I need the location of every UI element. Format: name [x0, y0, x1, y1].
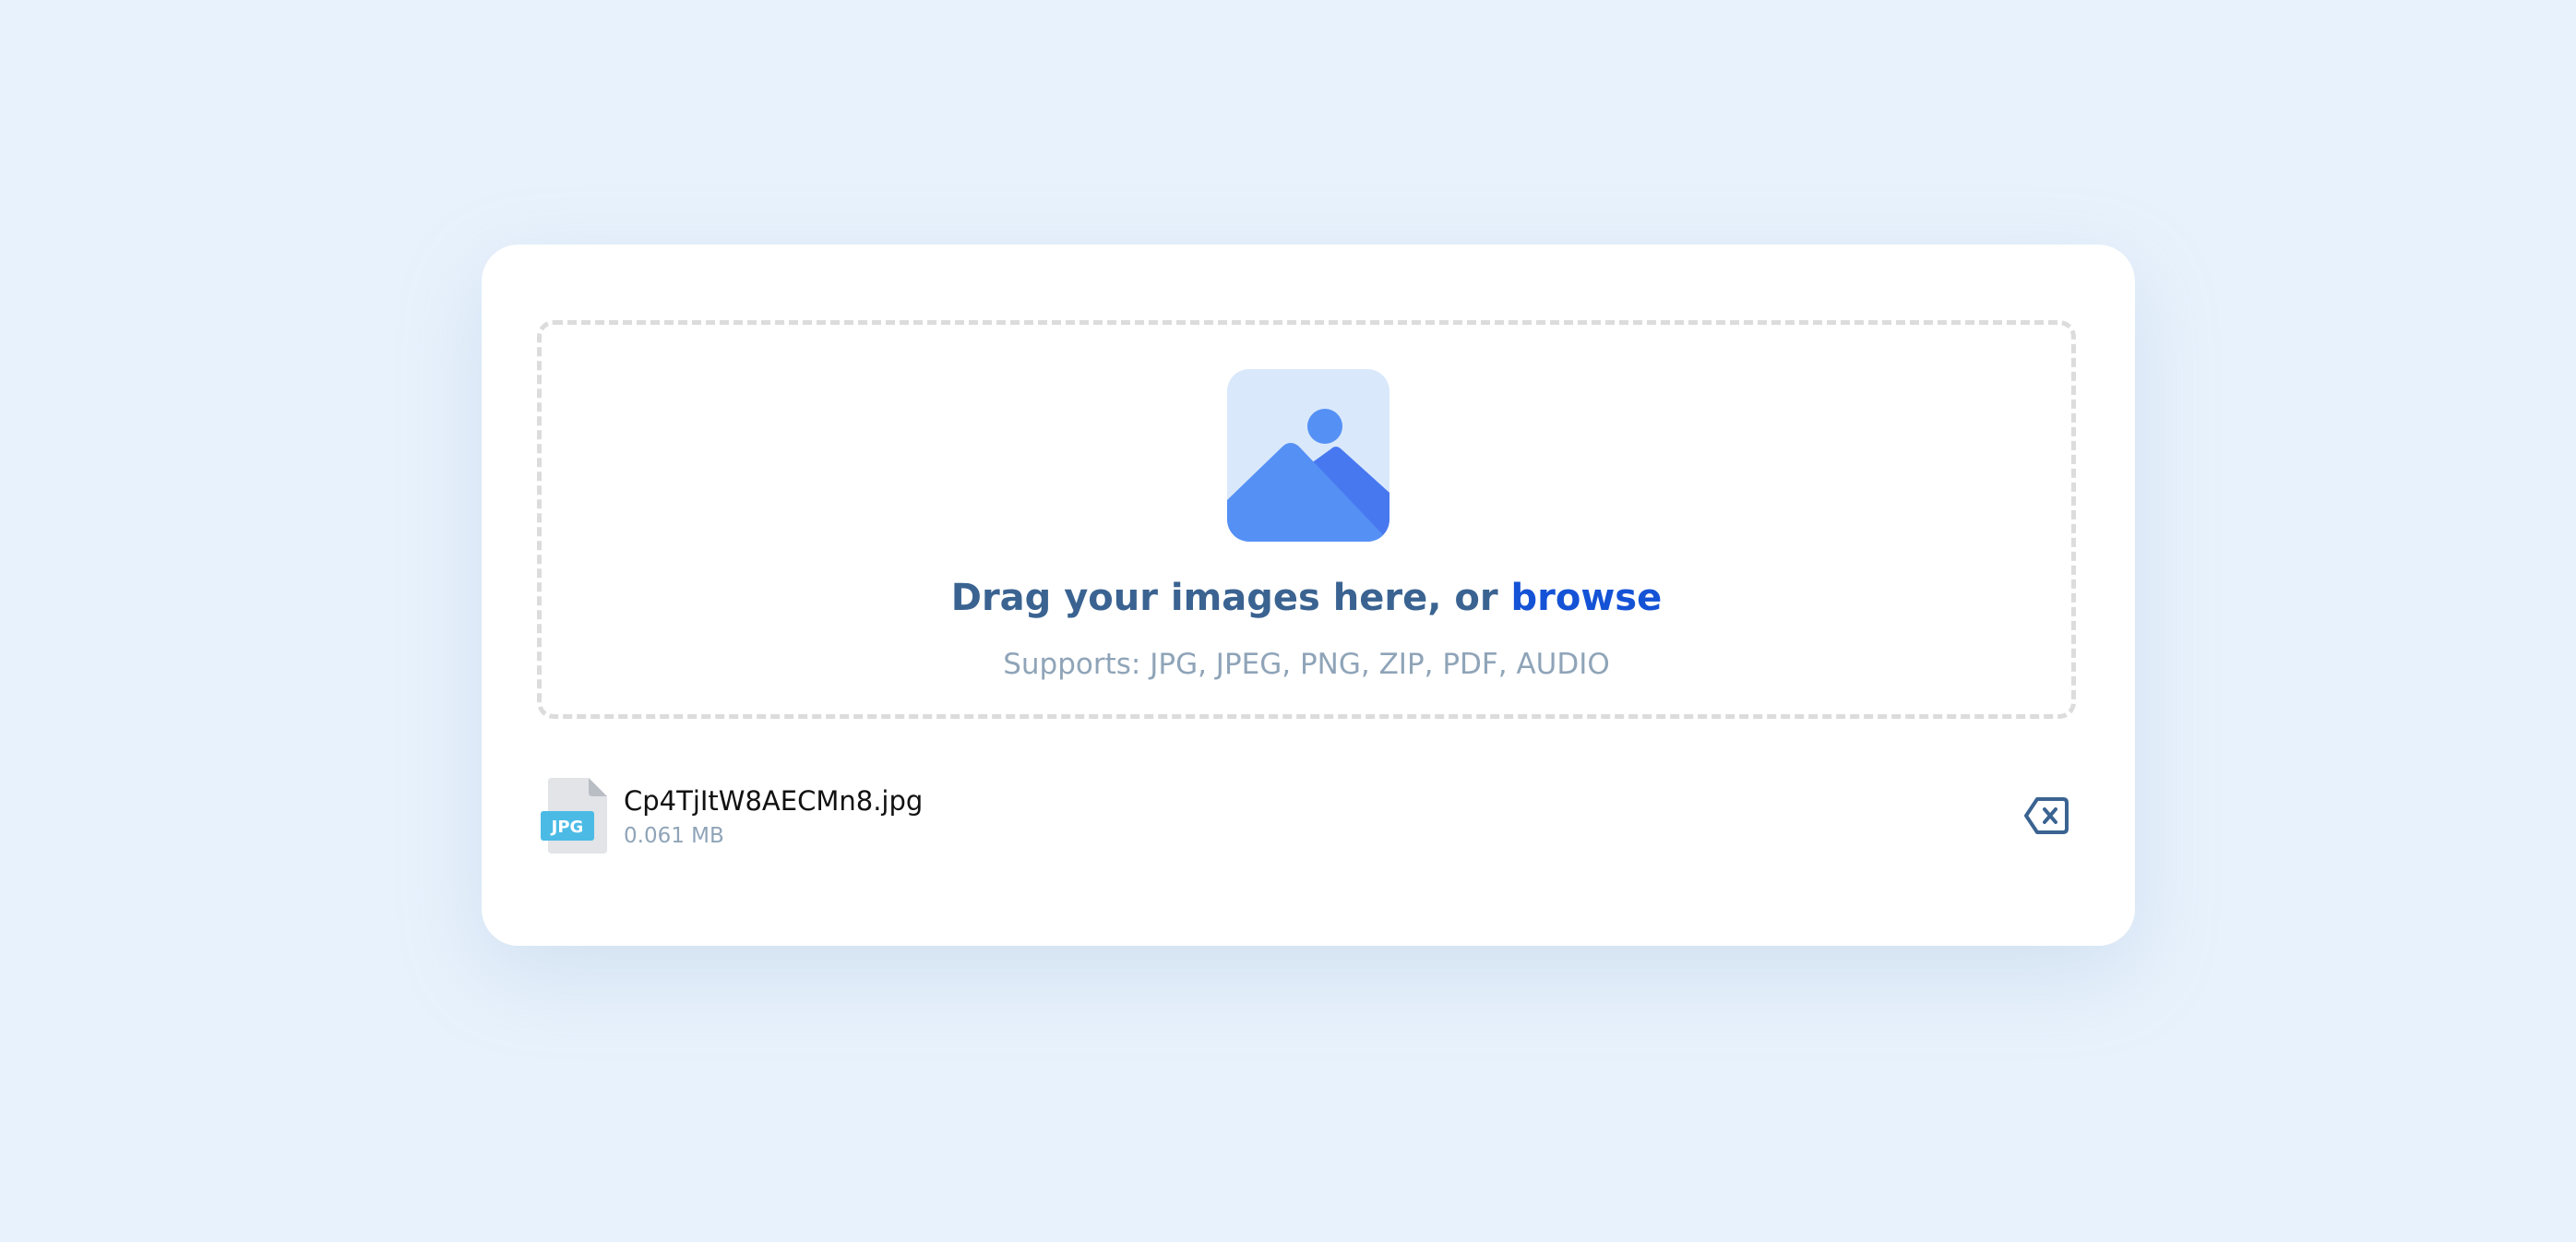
- file-size: 0.061 MB: [624, 824, 724, 848]
- drop-title-text: Drag your images here, or: [950, 577, 1511, 619]
- file-list-item: JPG Cp4TjItW8AECMn8.jpg 0.061 MB: [541, 778, 2076, 857]
- remove-file-button[interactable]: [2023, 796, 2069, 835]
- file-type-badge: JPG: [550, 818, 584, 837]
- upload-card: Drag your images here, or browse Support…: [482, 245, 2135, 946]
- image-placeholder-icon: [1227, 369, 1389, 542]
- backspace-x-icon: [2024, 797, 2069, 834]
- supported-formats-text: Supports: JPG, JPEG, PNG, ZIP, PDF, AUDI…: [1003, 648, 1610, 681]
- drop-title: Drag your images here, or browse: [542, 577, 2071, 619]
- file-name: Cp4TjItW8AECMn8.jpg: [624, 785, 924, 817]
- browse-link[interactable]: browse: [1511, 577, 1663, 619]
- drop-zone[interactable]: Drag your images here, or browse Support…: [537, 320, 2076, 719]
- jpg-file-icon: JPG: [541, 778, 607, 854]
